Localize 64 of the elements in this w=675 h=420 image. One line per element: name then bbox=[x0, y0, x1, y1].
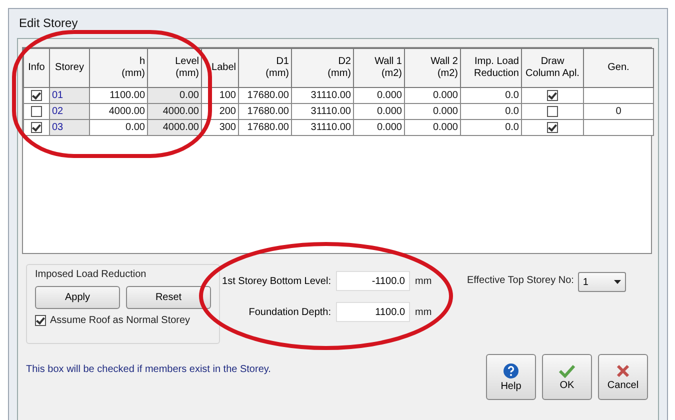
field-label: Effective Top Storey No: bbox=[467, 275, 574, 286]
cancel-button[interactable]: Cancel bbox=[598, 354, 648, 400]
table-cell: 17680.00 bbox=[238, 104, 292, 120]
column-header: D1 (mm) bbox=[238, 48, 292, 88]
table-cell: 0.000 bbox=[404, 88, 460, 104]
table-cell: 01 bbox=[50, 88, 90, 104]
info-checkbox[interactable] bbox=[31, 122, 42, 133]
table-cell: 31110.00 bbox=[292, 120, 354, 136]
close-icon bbox=[616, 364, 630, 378]
column-header: Gen. bbox=[584, 48, 654, 88]
checkmark-icon bbox=[559, 364, 575, 378]
hint-text: This box will be checked if members exist in the Storey. bbox=[26, 364, 271, 375]
table-cell: 0.0 bbox=[460, 120, 522, 136]
column-header: Wall 1 (m2) bbox=[354, 48, 404, 88]
column-header: h (mm) bbox=[90, 48, 148, 88]
column-header: Storey bbox=[50, 48, 90, 88]
column-header: Wall 2 (m2) bbox=[404, 48, 460, 88]
checkbox[interactable] bbox=[35, 315, 46, 326]
info-checkbox[interactable] bbox=[31, 106, 42, 117]
table-cell: 0.0 bbox=[460, 104, 522, 120]
table-cell: 0.00 bbox=[148, 88, 202, 104]
column-header: Imp. Load Reduction bbox=[460, 48, 522, 88]
table-cell: 0.00 bbox=[90, 120, 148, 136]
table-cell: 0.000 bbox=[354, 120, 404, 136]
window-title: Edit Storey bbox=[18, 15, 79, 32]
table-cell: 4000.00 bbox=[148, 104, 202, 120]
help-icon bbox=[503, 362, 519, 378]
table-cell: 4000.00 bbox=[90, 104, 148, 120]
column-header: D2 (mm) bbox=[292, 48, 354, 88]
storey-dropdown[interactable]: 1 bbox=[578, 272, 626, 292]
table-cell: 31110.00 bbox=[292, 104, 354, 120]
table-cell: 17680.00 bbox=[238, 88, 292, 104]
table-cell: 0.000 bbox=[354, 88, 404, 104]
table-cell: 0.000 bbox=[404, 120, 460, 136]
table-cell: 0.0 bbox=[460, 88, 522, 104]
table-cell: 02 bbox=[50, 104, 90, 120]
column-header: Info bbox=[24, 48, 50, 88]
help-button[interactable]: Help bbox=[486, 354, 536, 400]
field-label: 1st Storey Bottom Level: bbox=[222, 276, 331, 286]
unit-label: mm bbox=[415, 306, 433, 318]
table-cell: 0.000 bbox=[404, 104, 460, 120]
draw-checkbox[interactable] bbox=[547, 106, 558, 117]
action-button[interactable]: Reset bbox=[126, 286, 211, 309]
ok-button[interactable]: OK bbox=[542, 354, 592, 400]
draw-checkbox[interactable] bbox=[547, 90, 558, 101]
table-cell: 0.000 bbox=[354, 104, 404, 120]
table-cell: 17680.00 bbox=[238, 120, 292, 136]
table-cell: 4000.00 bbox=[148, 120, 202, 136]
column-header: Draw Column Apl. bbox=[522, 48, 584, 88]
input-field[interactable]: 1100.0 bbox=[336, 302, 410, 322]
draw-checkbox[interactable] bbox=[547, 122, 558, 133]
group-title: Imposed Load Reduction bbox=[35, 269, 148, 280]
action-button[interactable]: Apply bbox=[35, 286, 120, 309]
table-cell: 0 bbox=[584, 104, 654, 120]
unit-label: mm bbox=[415, 276, 433, 286]
input-field[interactable]: -1100.0 bbox=[336, 271, 410, 291]
table-cell: 1100.00 bbox=[90, 88, 148, 104]
table-cell: 03 bbox=[50, 120, 90, 136]
info-checkbox[interactable] bbox=[31, 90, 42, 101]
column-header: Level (mm) bbox=[148, 48, 202, 88]
field-label: Foundation Depth: bbox=[248, 306, 331, 318]
table-cell: 31110.00 bbox=[292, 88, 354, 104]
checkbox-label: Assume Roof as Normal Storey bbox=[50, 315, 190, 326]
caret-icon bbox=[614, 280, 621, 284]
